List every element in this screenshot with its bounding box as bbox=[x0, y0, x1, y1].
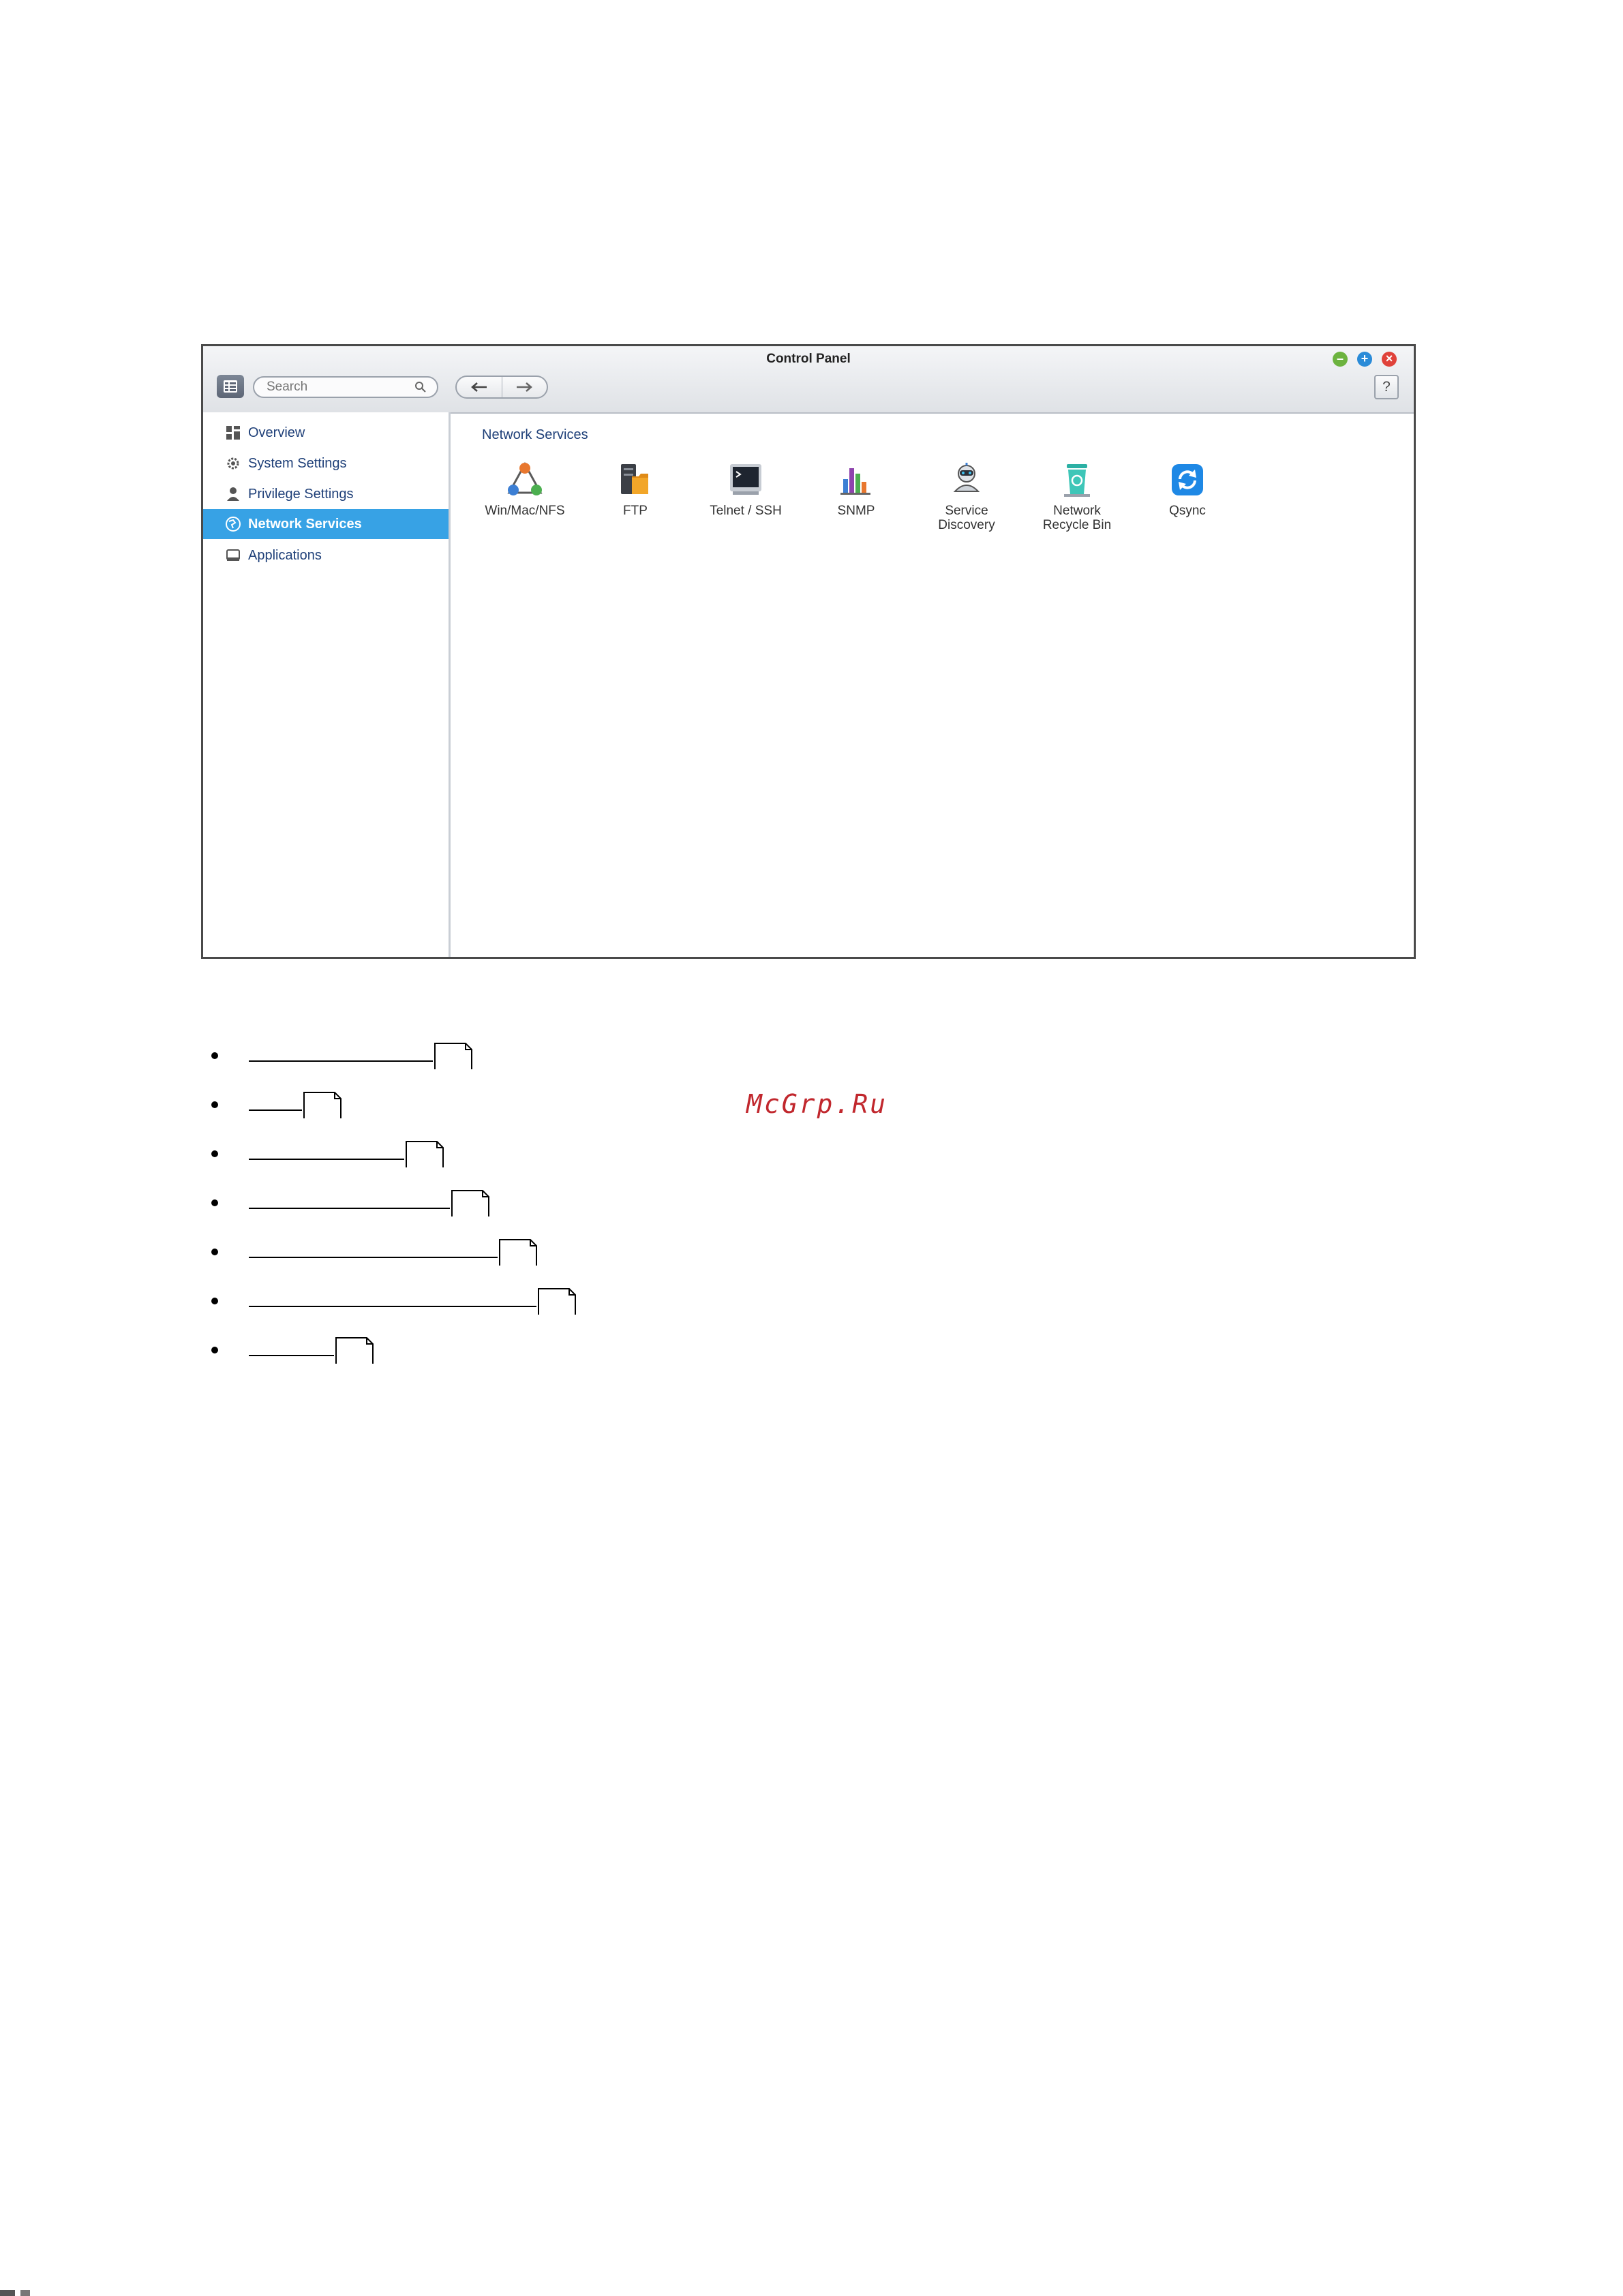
sidebar-item-applications[interactable]: Applications bbox=[203, 540, 449, 570]
page-ref-icon[interactable] bbox=[335, 1337, 374, 1364]
tile-qsync[interactable]: Qsync bbox=[1136, 460, 1239, 542]
tile-snmp[interactable]: SNMP bbox=[805, 460, 907, 542]
list-item bbox=[204, 1288, 613, 1315]
section-title: Network Services bbox=[482, 427, 588, 442]
page-ref-icon[interactable] bbox=[538, 1288, 576, 1315]
sync-icon bbox=[1172, 464, 1203, 495]
sidebar-item-privilege-settings[interactable]: Privilege Settings bbox=[203, 479, 449, 509]
arrow-right-icon bbox=[517, 382, 532, 392]
link-underline[interactable] bbox=[249, 1355, 334, 1356]
sidebar-item-overview[interactable]: Overview bbox=[203, 418, 449, 448]
chart-bars-icon bbox=[840, 468, 870, 495]
page-ref-icon[interactable] bbox=[303, 1092, 342, 1119]
tile-label: Qsync bbox=[1169, 504, 1206, 518]
list-item bbox=[204, 1043, 613, 1070]
bullet-icon bbox=[211, 1199, 218, 1206]
history-navigation bbox=[455, 376, 548, 399]
help-button[interactable]: ? bbox=[1374, 375, 1399, 399]
gear-icon bbox=[227, 457, 239, 470]
page-ref-icon[interactable] bbox=[499, 1239, 537, 1266]
recycle-bin-icon bbox=[1064, 464, 1090, 497]
bullet-icon bbox=[211, 1249, 218, 1255]
list-item bbox=[204, 1337, 613, 1364]
tile-network-recycle-bin[interactable]: Network Recycle Bin bbox=[1026, 460, 1128, 542]
sidebar-item-label: Overview bbox=[248, 425, 305, 440]
page-ref-icon[interactable] bbox=[451, 1190, 489, 1217]
applications-icon bbox=[226, 549, 240, 561]
bullet-icon bbox=[211, 1347, 218, 1353]
sidebar-item-label: System Settings bbox=[248, 456, 347, 471]
link-underline[interactable] bbox=[249, 1257, 498, 1258]
tile-ftp[interactable]: FTP bbox=[584, 460, 686, 542]
tile-service-discovery[interactable]: Service Discovery bbox=[915, 460, 1018, 542]
main-content: Network Services Win/Mac/NFS FTP Telnet … bbox=[451, 412, 1414, 957]
bullet-icon bbox=[211, 1052, 218, 1059]
link-underline[interactable] bbox=[249, 1060, 433, 1062]
forward-button[interactable] bbox=[502, 377, 547, 397]
sidebar-item-label: Applications bbox=[248, 548, 322, 563]
page-ref-icon[interactable] bbox=[406, 1141, 444, 1168]
back-button[interactable] bbox=[457, 377, 502, 397]
list-item bbox=[204, 1239, 613, 1266]
tile-telnet-ssh[interactable]: Telnet / SSH bbox=[695, 460, 797, 542]
link-underline[interactable] bbox=[249, 1159, 404, 1160]
bullet-icon bbox=[211, 1298, 218, 1304]
page-ref-icon[interactable] bbox=[434, 1043, 472, 1070]
list-item bbox=[204, 1092, 613, 1119]
minimize-icon[interactable]: – bbox=[1333, 352, 1348, 367]
ftp-icon bbox=[621, 464, 648, 494]
watermark: McGrp.Ru bbox=[746, 1089, 888, 1119]
sidebar-item-label: Privilege Settings bbox=[248, 487, 354, 502]
tile-label: FTP bbox=[623, 504, 648, 518]
network-globe-icon bbox=[226, 517, 241, 532]
link-underline[interactable] bbox=[249, 1208, 450, 1209]
search-input[interactable] bbox=[253, 376, 438, 398]
tile-label: Telnet / SSH bbox=[710, 504, 782, 518]
tile-label: Service Discovery bbox=[938, 504, 995, 532]
robot-icon bbox=[953, 463, 980, 492]
win-mac-nfs-icon bbox=[507, 461, 543, 495]
terminal-icon bbox=[730, 464, 761, 495]
close-icon[interactable]: × bbox=[1382, 352, 1397, 367]
user-icon bbox=[227, 487, 239, 501]
sidebar-item-label: Network Services bbox=[248, 517, 362, 532]
maximize-icon[interactable]: + bbox=[1357, 352, 1372, 367]
tile-label: Win/Mac/NFS bbox=[485, 504, 565, 518]
sidebar: Overview System Settings Privilege Setti… bbox=[203, 412, 451, 957]
sidebar-item-system-settings[interactable]: System Settings bbox=[203, 448, 449, 478]
link-underline[interactable] bbox=[249, 1306, 536, 1307]
list-item bbox=[204, 1190, 613, 1217]
link-underline[interactable] bbox=[249, 1109, 302, 1111]
page-corner-mark bbox=[0, 2290, 30, 2296]
list-item bbox=[204, 1141, 613, 1168]
bullet-icon bbox=[211, 1150, 218, 1157]
overview-icon bbox=[226, 426, 240, 440]
title-bar[interactable]: Control Panel – + × Search ? bbox=[203, 346, 1414, 414]
main-menu-button[interactable] bbox=[217, 375, 244, 398]
control-panel-window: Control Panel – + × Search ? Overview Sy… bbox=[201, 344, 1416, 959]
bullet-icon bbox=[211, 1101, 218, 1108]
tile-label: SNMP bbox=[837, 504, 875, 518]
menu-grid-icon bbox=[224, 380, 237, 393]
tile-win-mac-nfs[interactable]: Win/Mac/NFS bbox=[474, 460, 576, 542]
search-icon[interactable] bbox=[414, 381, 427, 393]
tile-label: Network Recycle Bin bbox=[1042, 504, 1112, 532]
window-title: Control Panel bbox=[766, 352, 851, 366]
arrow-left-icon bbox=[471, 382, 487, 392]
sidebar-item-network-services[interactable]: Network Services bbox=[203, 509, 449, 539]
